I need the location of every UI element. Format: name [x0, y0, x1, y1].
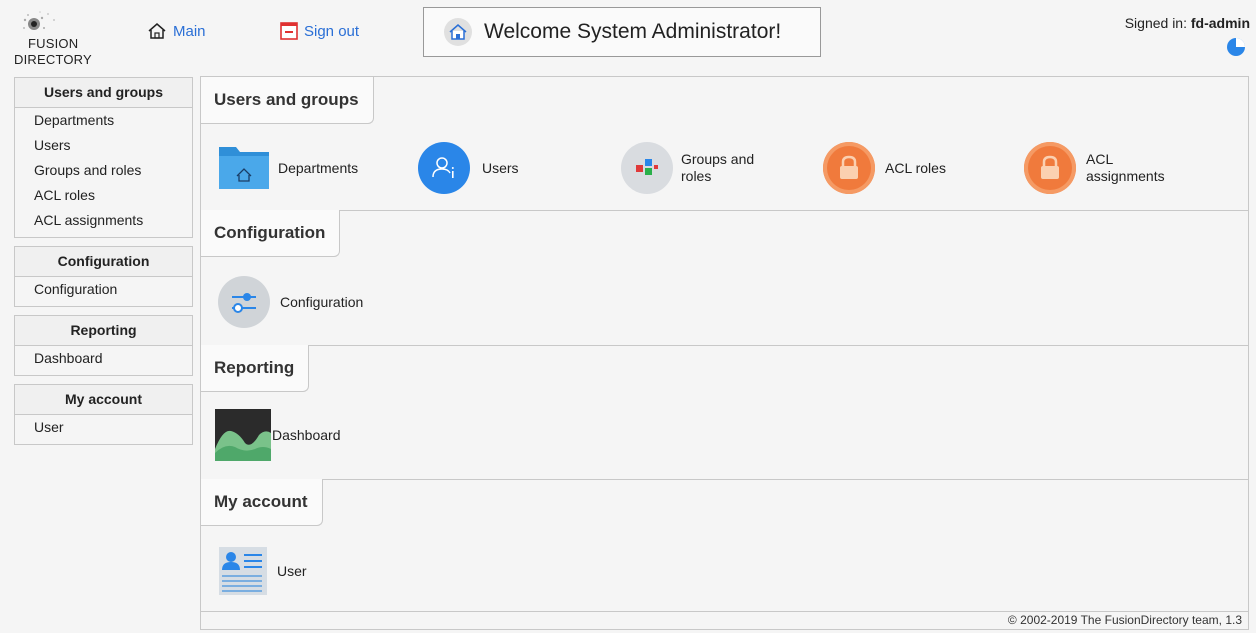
fusiondirectory-logo[interactable]: FUSION DIRECTORY	[14, 8, 124, 68]
session-timer-icon	[1227, 38, 1245, 56]
welcome-banner: Welcome System Administrator!	[423, 7, 821, 57]
header: FUSION DIRECTORY Main Sign out Welcome S…	[0, 0, 1256, 72]
groups-icon	[621, 142, 673, 194]
user-tile[interactable]: User	[218, 546, 307, 596]
sign-out-label: Sign out	[304, 22, 360, 40]
user-card-icon	[219, 547, 267, 595]
acl-roles-label: ACL roles	[885, 159, 946, 176]
groups-and-roles-label: Groups and roles	[681, 151, 755, 184]
section-configuration: Configuration Configuration	[201, 210, 1248, 346]
users-icon	[418, 142, 470, 194]
sidebar-item-users[interactable]: Users	[15, 133, 192, 158]
logo-text-directory: DIRECTORY	[14, 52, 92, 67]
configuration-icon	[218, 276, 270, 328]
dashboard-chart-icon	[215, 409, 271, 461]
home-icon	[444, 18, 472, 46]
sidebar-item-acl-roles[interactable]: ACL roles	[15, 183, 192, 208]
departments-tile[interactable]: Departments	[218, 145, 358, 191]
acl-assignments-label: ACL assignments	[1086, 151, 1165, 184]
welcome-text: Welcome System Administrator!	[484, 20, 782, 43]
signed-in-prefix: Signed in:	[1124, 15, 1191, 31]
main-link[interactable]: Main	[147, 22, 206, 40]
main-panel: Users and groups Departments Users Group…	[200, 76, 1249, 630]
dashboard-label: Dashboard	[272, 426, 341, 443]
sidebar-item-dashboard[interactable]: Dashboard	[15, 346, 192, 375]
folder-icon	[219, 147, 269, 189]
section-my-account: My account User	[201, 479, 1248, 612]
sign-out-icon	[280, 22, 298, 40]
sidebar-group-title: Configuration	[15, 247, 192, 277]
signed-in-status: Signed in: fd-admin	[1125, 15, 1250, 31]
section-title: Configuration	[201, 210, 341, 257]
section-title: Users and groups	[201, 77, 374, 124]
configuration-label: Configuration	[280, 293, 364, 310]
sign-out-link[interactable]: Sign out	[280, 22, 359, 40]
logo-text-fusion: FUSION	[28, 36, 79, 51]
dashboard-tile[interactable]: Dashboard	[215, 409, 341, 461]
sidebar-item-configuration[interactable]: Configuration	[15, 277, 192, 306]
section-title: My account	[201, 479, 323, 526]
sidebar-group-title: My account	[15, 385, 192, 415]
sidebar-group-users-and-groups: Users and groups Departments Users Group…	[14, 77, 193, 238]
signed-in-user[interactable]: fd-admin	[1191, 15, 1250, 31]
lock-icon	[1024, 142, 1076, 194]
user-label: User	[277, 562, 307, 579]
sidebar-group-configuration: Configuration Configuration	[14, 246, 193, 307]
users-tile[interactable]: Users	[418, 142, 519, 194]
sidebar-group-reporting: Reporting Dashboard	[14, 315, 193, 376]
departments-label: Departments	[278, 159, 359, 176]
sidebar-group-my-account: My account User	[14, 384, 193, 445]
acl-assignments-tile[interactable]: ACL assignments	[1024, 142, 1165, 194]
main-link-label: Main	[173, 22, 206, 40]
sidebar-item-user[interactable]: User	[15, 415, 192, 444]
sidebar-item-departments[interactable]: Departments	[15, 108, 192, 133]
sidebar-group-title: Users and groups	[15, 78, 192, 108]
section-users-and-groups: Users and groups Departments Users Group…	[201, 77, 1248, 211]
users-label: Users	[482, 159, 519, 176]
sidebar-group-title: Reporting	[15, 316, 192, 346]
groups-and-roles-tile[interactable]: Groups and roles	[621, 142, 754, 194]
home-icon	[148, 23, 166, 39]
section-reporting: Reporting Dashboard	[201, 345, 1248, 480]
section-title: Reporting	[201, 345, 310, 392]
sidebar: Users and groups Departments Users Group…	[14, 77, 193, 453]
sidebar-item-acl-assignments[interactable]: ACL assignments	[15, 208, 192, 237]
sidebar-item-groups-and-roles[interactable]: Groups and roles	[15, 158, 192, 183]
copyright-footer: © 2002-2019 The FusionDirectory team, 1.…	[1007, 613, 1242, 627]
configuration-tile[interactable]: Configuration	[218, 276, 363, 328]
logo-spark-icon	[23, 11, 55, 30]
lock-icon	[823, 142, 875, 194]
acl-roles-tile[interactable]: ACL roles	[823, 142, 946, 194]
